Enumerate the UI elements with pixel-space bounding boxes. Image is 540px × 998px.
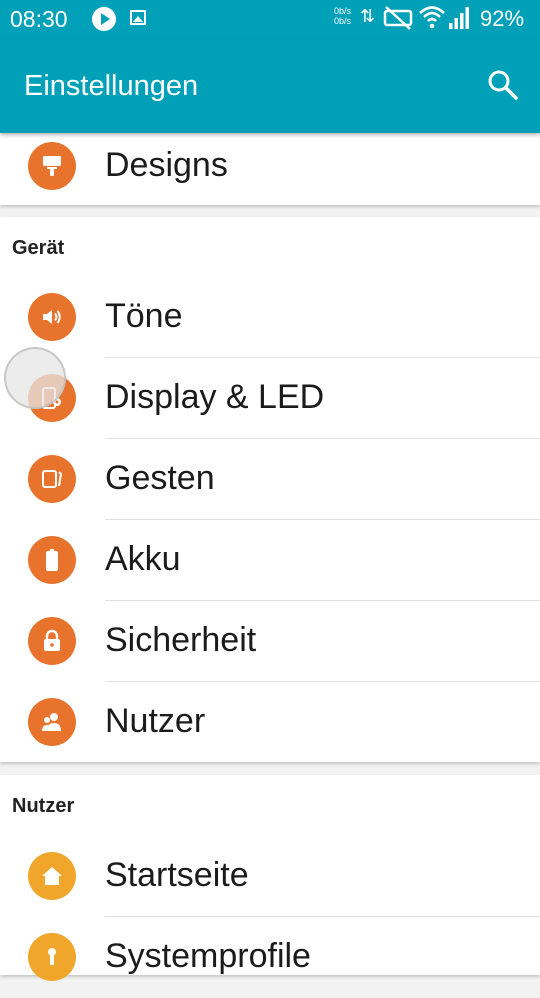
settings-item-nutzer[interactable]: Nutzer <box>0 682 540 763</box>
wifi-icon <box>419 6 445 29</box>
item-label: Gesten <box>105 459 215 497</box>
settings-item-systemprofile[interactable]: Systemprofile <box>0 917 540 998</box>
lock-icon <box>28 617 76 665</box>
search-icon[interactable] <box>486 68 520 102</box>
net-up: 0b/s <box>334 6 352 16</box>
designs-card: Designs <box>0 133 540 205</box>
gesture-icon <box>28 455 76 503</box>
touch-indicator <box>4 347 66 409</box>
page-title: Einstellungen <box>24 70 199 102</box>
play-icon <box>92 7 116 31</box>
status-bar: 08:30 0b/s 0b/s ⇅ 92% <box>0 0 540 38</box>
settings-item-toene[interactable]: Töne <box>0 277 540 358</box>
item-label: Display & LED <box>105 378 325 416</box>
home-icon <box>28 852 76 900</box>
battery-icon <box>28 536 76 584</box>
profile-icon <box>28 933 76 981</box>
item-label: Sicherheit <box>105 621 257 659</box>
item-label: Designs <box>105 146 228 184</box>
item-label: Nutzer <box>105 702 206 740</box>
data-arrows-icon: ⇅ <box>360 6 376 26</box>
battery-level: 92% <box>480 6 525 31</box>
settings-item-display[interactable]: Display & LED <box>0 358 540 439</box>
settings-item-gesten[interactable]: Gesten <box>0 439 540 520</box>
signal-icon <box>449 7 469 29</box>
item-label: Akku <box>105 540 181 578</box>
item-label: Startseite <box>105 856 249 894</box>
speaker-icon <box>28 293 76 341</box>
users-icon <box>28 698 76 746</box>
item-label: Systemprofile <box>105 937 311 975</box>
mute-icon <box>383 6 413 30</box>
item-label: Töne <box>105 297 183 335</box>
app-bar: Einstellungen <box>0 38 540 133</box>
section-header-user: Nutzer <box>12 795 75 817</box>
settings-item-startseite[interactable]: Startseite <box>0 836 540 917</box>
settings-item-designs[interactable]: Designs <box>0 126 540 207</box>
status-time: 08:30 <box>10 6 68 32</box>
settings-item-akku[interactable]: Akku <box>0 520 540 601</box>
section-header-device: Gerät <box>12 237 65 259</box>
paint-roller-icon <box>28 142 76 190</box>
image-icon <box>130 10 146 25</box>
settings-item-sicherheit[interactable]: Sicherheit <box>0 601 540 682</box>
device-section: Gerät Töne Display & LED Gesten Akku Sic… <box>0 217 540 762</box>
user-section: Nutzer Startseite Systemprofile <box>0 775 540 981</box>
network-speed: 0b/s 0b/s <box>334 6 351 26</box>
net-down: 0b/s <box>334 16 352 26</box>
